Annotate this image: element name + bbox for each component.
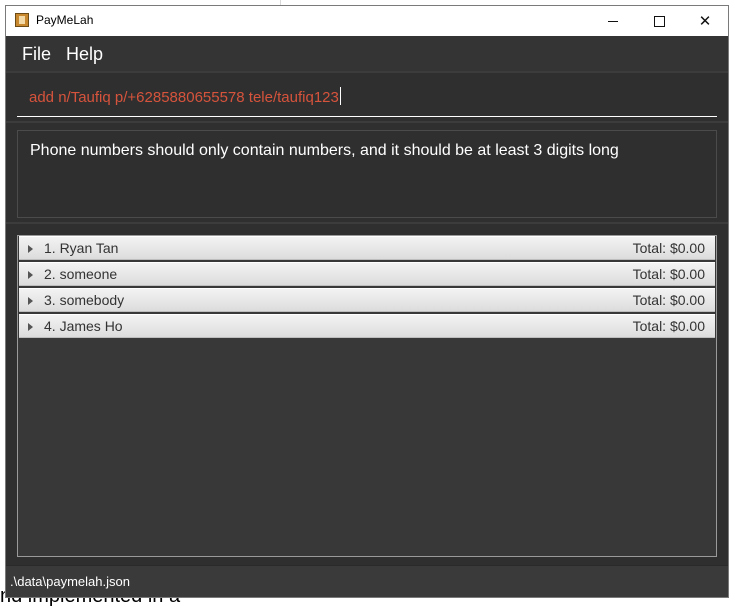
maximize-icon bbox=[653, 15, 665, 27]
status-bar: .\data\paymelah.json bbox=[6, 565, 728, 597]
person-name: 3. somebody bbox=[44, 292, 125, 308]
result-message: Phone numbers should only contain number… bbox=[30, 142, 619, 159]
person-list-item[interactable]: 4. James Ho Total: $0.00 bbox=[19, 314, 715, 338]
menu-divider bbox=[6, 71, 728, 73]
minimize-button[interactable] bbox=[590, 6, 636, 36]
expand-arrow-icon[interactable] bbox=[28, 297, 33, 305]
menu-bar: File Help bbox=[6, 36, 728, 71]
result-divider bbox=[6, 222, 728, 224]
menu-help[interactable]: Help bbox=[66, 44, 103, 65]
app-logo-icon bbox=[15, 13, 29, 27]
expand-arrow-icon[interactable] bbox=[28, 271, 33, 279]
person-total: Total: $0.00 bbox=[632, 240, 705, 256]
result-display[interactable]: Phone numbers should only contain number… bbox=[17, 130, 717, 218]
command-divider bbox=[6, 121, 728, 123]
save-file-path: .\data\paymelah.json bbox=[10, 574, 130, 589]
close-icon: ✕ bbox=[698, 13, 712, 30]
command-text: add n/Taufiq p/+6285880655578 tele/taufi… bbox=[29, 89, 339, 106]
app-window: PayMeLah ✕ File Help add n/Taufiq p/+628… bbox=[5, 5, 729, 598]
window-title: PayMeLah bbox=[36, 13, 94, 27]
person-name: 4. James Ho bbox=[44, 318, 123, 334]
person-name: 1. Ryan Tan bbox=[44, 240, 119, 256]
expand-arrow-icon[interactable] bbox=[28, 245, 33, 253]
person-name: 2. someone bbox=[44, 266, 118, 282]
command-box[interactable]: add n/Taufiq p/+6285880655578 tele/taufi… bbox=[17, 78, 717, 117]
title-bar: PayMeLah ✕ bbox=[6, 6, 728, 36]
text-caret bbox=[339, 87, 341, 105]
expand-arrow-icon[interactable] bbox=[28, 323, 33, 331]
person-total: Total: $0.00 bbox=[632, 266, 705, 282]
menu-file[interactable]: File bbox=[22, 44, 51, 65]
person-total: Total: $0.00 bbox=[632, 292, 705, 308]
command-input[interactable]: add n/Taufiq p/+6285880655578 tele/taufi… bbox=[29, 87, 341, 106]
person-list-item[interactable]: 3. somebody Total: $0.00 bbox=[19, 288, 715, 312]
person-total: Total: $0.00 bbox=[632, 318, 705, 334]
close-button[interactable]: ✕ bbox=[682, 6, 728, 36]
person-list-item[interactable]: 1. Ryan Tan Total: $0.00 bbox=[19, 236, 715, 260]
person-list[interactable]: 1. Ryan Tan Total: $0.00 2. someone Tota… bbox=[17, 235, 717, 557]
person-list-item[interactable]: 2. someone Total: $0.00 bbox=[19, 262, 715, 286]
minimize-icon bbox=[608, 20, 618, 22]
maximize-button[interactable] bbox=[636, 6, 682, 36]
